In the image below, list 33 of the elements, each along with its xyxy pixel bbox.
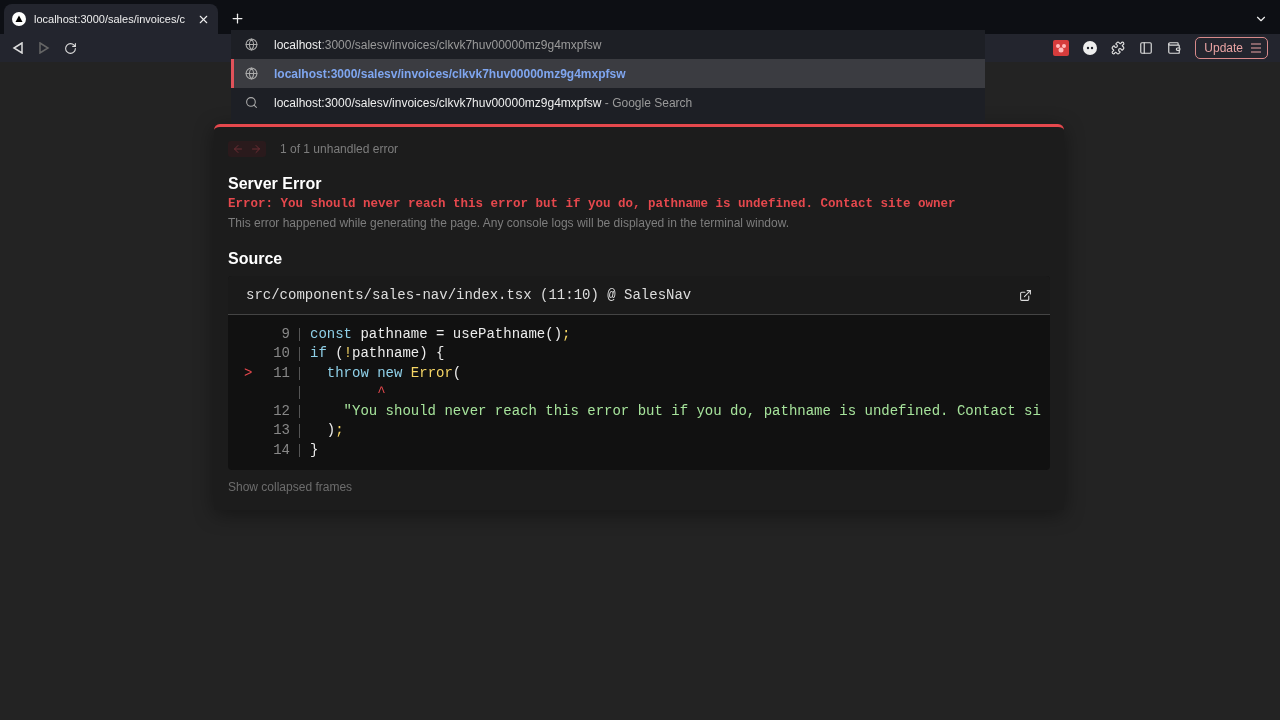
code-line: 12 "You should never reach this error but if you do, pathname is undefined. Contact si [272, 402, 1042, 422]
code-line: > 11 throw new Error( [244, 363, 463, 383]
globe-icon [245, 67, 258, 80]
code-line: 13 ); [272, 421, 345, 441]
new-tab-icon[interactable] [230, 11, 245, 26]
code-line: 9 const pathname = usePathname(); [280, 325, 572, 344]
extension-icon[interactable] [1083, 41, 1098, 55]
suggestion-item[interactable]: localhost:3000/salesv/invoices/clkvk7huv00000mz9g4mxpfsw [231, 59, 985, 88]
side-panel-icon[interactable] [1139, 41, 1154, 55]
code-line: 10 if (!pathname) { [272, 344, 446, 364]
reload-icon[interactable] [64, 41, 77, 55]
puzzle-icon[interactable] [1111, 41, 1126, 55]
tab-title: localhost:3000/sales/invoices/c [34, 13, 187, 25]
extension-icon[interactable] [1053, 40, 1070, 56]
browser-tab[interactable]: localhost:3000/sales/invoices/c [4, 4, 218, 34]
search-icon [245, 96, 258, 109]
error-description: This error happened while generating the page. Any console logs will be displayed in the terminal window. [228, 216, 790, 230]
wallet-icon[interactable] [1167, 41, 1182, 55]
section-title: Source [228, 250, 284, 268]
code-line: ^ [244, 382, 1050, 403]
suggestion-item[interactable]: localhost:3000/salesv/invoices/clkvk7huv00000mz9g4mxpfsw - Google Search [231, 88, 985, 117]
back-icon[interactable] [12, 42, 24, 54]
globe-icon [245, 38, 258, 51]
error-message: Error: You should never reach this error but if you do, pathname is undefined. Contact site owner [228, 197, 957, 211]
external-link-icon[interactable] [1019, 288, 1032, 302]
code-line: 14 } [272, 440, 320, 460]
file-location: src/components/sales-nav/index.tsx (11:10) @ SalesNav [246, 287, 692, 303]
triangle-logo-icon [12, 12, 26, 26]
error-count: 1 of 1 unhandled error [280, 142, 399, 156]
menu-icon [1251, 43, 1261, 53]
address-field[interactable]: localhost:3000/salesv/invoices/clkvk7huv00000mz9g4mxpfsw [231, 30, 985, 59]
error-title: Server Error [228, 175, 323, 193]
update-button[interactable]: Update [1195, 37, 1268, 59]
